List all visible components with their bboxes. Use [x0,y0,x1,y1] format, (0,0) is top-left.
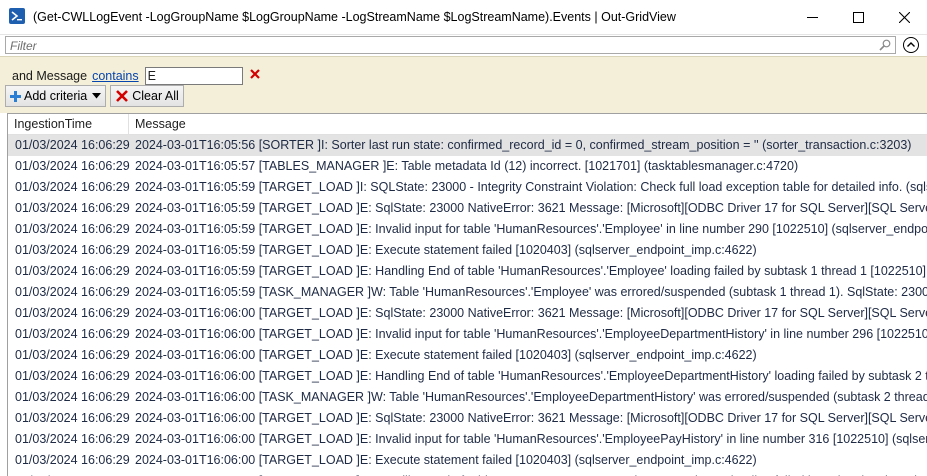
remove-criteria-icon[interactable] [249,68,261,80]
message-cell: 2024-03-01T16:06:00 [TASK_MANAGER ]W: Ta… [135,390,927,404]
criteria-value-input[interactable]: E [144,67,243,85]
message-cell: 2024-03-01T16:05:59 [TARGET_LOAD ]E: Exe… [135,243,757,257]
message-cell: 2024-03-01T16:06:00 [TARGET_LOAD ]E: Han… [135,369,927,383]
table-row[interactable]: 01/03/2024 16:06:292024-03-01T16:06:00 [… [8,471,927,476]
table-row[interactable]: 01/03/2024 16:06:29 2024-03-01T16:05:56 [… [8,135,927,156]
minimize-icon [806,16,818,18]
search-icon[interactable] [879,39,891,51]
message-cell: 2024-03-01T16:06:00 [TARGET_LOAD ]E: Sql… [135,411,927,425]
table-row[interactable]: 01/03/2024 16:06:29 2024-03-01T16:06:00 [… [8,303,927,324]
close-button[interactable] [881,0,927,34]
ingestiontime-cell: 01/03/2024 16:06:29 [15,390,130,404]
minimize-button[interactable] [789,0,835,34]
column-header-ingestiontime[interactable]: IngestionTime [8,114,129,134]
message-cell: 2024-03-01T16:05:57 [TABLES_MANAGER ]E: … [135,159,799,173]
maximize-icon [852,11,864,23]
message-cell: 2024-03-01T16:06:00 [TARGET_LOAD ]E: Sql… [135,306,927,320]
ingestiontime-cell: 01/03/2024 16:06:29 [15,306,130,320]
collapse-criteria-icon[interactable] [902,36,920,54]
close-icon [898,11,910,23]
maximize-button[interactable] [835,0,881,34]
table-row[interactable]: 01/03/2024 16:06:29 2024-03-01T16:06:00 [… [8,366,927,387]
ingestiontime-cell: 01/03/2024 16:06:29 [15,159,130,173]
ingestiontime-cell: 01/03/2024 16:06:29 [15,471,133,476]
message-cell: 2024-03-01T16:05:59 [TARGET_LOAD ]E: Inv… [135,222,927,236]
message-cell: 2024-03-01T16:06:00 [TARGET_LOAD ]E: Han… [135,471,927,476]
grid-header: IngestionTime Message [8,114,927,135]
criteria-operator-label: and Message [12,69,88,83]
column-header-message[interactable]: Message [129,114,186,134]
add-criteria-label: Add criteria [24,89,88,103]
message-cell: 2024-03-01T16:06:00 [TARGET_LOAD ]E: Inv… [135,327,927,341]
clear-icon [116,90,129,102]
message-cell: 2024-03-01T16:05:59 [TARGET_LOAD ]I: SQL… [135,180,927,194]
table-row[interactable]: 01/03/2024 16:06:29 2024-03-01T16:06:00 [… [8,408,927,429]
table-row[interactable]: 01/03/2024 16:06:29 2024-03-01T16:05:59 [… [8,240,927,261]
ingestiontime-cell: 01/03/2024 16:06:29 [15,222,130,236]
message-cell: 2024-03-01T16:05:59 [TARGET_LOAD ]E: Sql… [135,201,927,215]
table-row[interactable]: 01/03/2024 16:06:29 2024-03-01T16:06:00 [… [8,324,927,345]
table-row[interactable]: 01/03/2024 16:06:29 2024-03-01T16:05:59 [… [8,177,927,198]
plus-icon [10,90,21,102]
table-row[interactable]: 01/03/2024 16:06:29 2024-03-01T16:06:00 [… [8,387,927,408]
criteria-row: and Message contains E [12,67,243,85]
ingestiontime-cell: 01/03/2024 16:06:29 [15,327,130,341]
add-criteria-button[interactable]: Add criteria [5,85,107,107]
window-title: (Get-CWLLogEvent -LogGroupName $LogGroup… [33,10,676,24]
criteria-toolbar: Add criteria Clear All [5,85,184,107]
title-bar[interactable]: (Get-CWLLogEvent -LogGroupName $LogGroup… [0,0,927,34]
clear-all-label: Clear All [132,89,179,103]
message-cell: 2024-03-01T16:05:59 [TARGET_LOAD ]E: Han… [135,264,927,278]
filter-placeholder: Filter [10,39,37,53]
table-row[interactable]: 01/03/2024 16:06:29 2024-03-01T16:05:59 [… [8,219,927,240]
clear-all-button[interactable]: Clear All [110,85,184,107]
filter-bar: Filter [0,34,927,57]
ingestiontime-cell: 01/03/2024 16:06:29 [15,243,130,257]
powershell-icon [9,8,25,24]
criteria-condition-link[interactable]: contains [92,69,139,83]
ingestiontime-cell: 01/03/2024 16:06:29 [15,180,130,194]
ingestiontime-cell: 01/03/2024 16:06:29 [15,348,130,362]
results-grid: IngestionTime Message 01/03/2024 16:06:2… [7,113,927,476]
message-cell: 2024-03-01T16:06:00 [TARGET_LOAD ]E: Exe… [135,348,757,362]
message-cell: 2024-03-01T16:05:59 [TASK_MANAGER ]W: Ta… [135,285,927,299]
message-cell: 2024-03-01T16:05:56 [SORTER ]I: Sorter l… [135,138,912,152]
grid-rows: 01/03/2024 16:06:29 2024-03-01T16:05:56 [… [8,135,927,476]
table-row[interactable]: 01/03/2024 16:06:29 2024-03-01T16:05:57 [… [8,156,927,177]
dropdown-arrow-icon [92,93,102,99]
ingestiontime-cell: 01/03/2024 16:06:29 [15,453,130,467]
table-row[interactable]: 01/03/2024 16:06:29 2024-03-01T16:05:59 [… [8,282,927,303]
filter-input[interactable]: Filter [5,36,896,54]
ingestiontime-cell: 01/03/2024 16:06:29 [15,432,130,446]
table-row[interactable]: 01/03/2024 16:06:29 2024-03-01T16:05:59 [… [8,198,927,219]
message-cell: 2024-03-01T16:06:00 [TARGET_LOAD ]E: Inv… [135,432,927,446]
table-row[interactable]: 01/03/2024 16:06:29 2024-03-01T16:06:00 [… [8,345,927,366]
table-row[interactable]: 01/03/2024 16:06:29 2024-03-01T16:06:00 [… [8,429,927,450]
ingestiontime-cell: 01/03/2024 16:06:29 [15,411,130,425]
table-row[interactable]: 01/03/2024 16:06:29 2024-03-01T16:06:00 [… [8,450,927,471]
ingestiontime-cell: 01/03/2024 16:06:29 [15,201,130,215]
table-row[interactable]: 01/03/2024 16:06:29 2024-03-01T16:05:59 [… [8,261,927,282]
ingestiontime-cell: 01/03/2024 16:06:29 [15,138,130,152]
ingestiontime-cell: 01/03/2024 16:06:29 [15,369,130,383]
ingestiontime-cell: 01/03/2024 16:06:29 [15,285,130,299]
message-cell: 2024-03-01T16:06:00 [TARGET_LOAD ]E: Exe… [135,453,757,467]
ingestiontime-cell: 01/03/2024 16:06:29 [15,264,130,278]
